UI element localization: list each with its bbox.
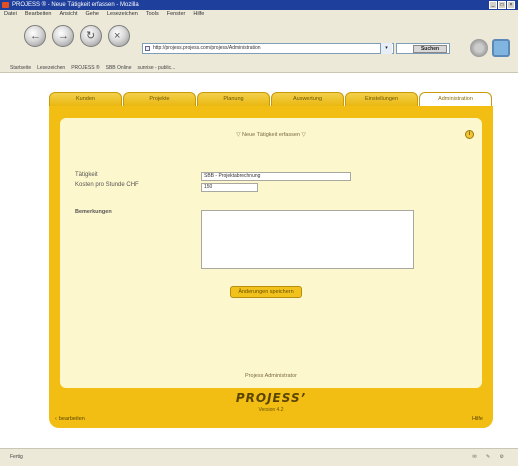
- save-button[interactable]: Änderungen speichern: [230, 286, 302, 298]
- tab-planung[interactable]: Planung: [197, 92, 270, 106]
- main-tabs: Kunden Projekte Planung Auswertung Einst…: [49, 92, 493, 106]
- info-icon[interactable]: i: [465, 130, 474, 139]
- bemerkungen-textarea[interactable]: [201, 210, 414, 269]
- kosten-label: Kosten pro Stunde CHF: [75, 182, 139, 188]
- window-titlebar: PROJESS ® - Neue Tätigkeit erfassen - Mo…: [0, 0, 518, 10]
- menu-go[interactable]: Gehe: [86, 10, 99, 19]
- tab-administration[interactable]: Administration: [419, 92, 492, 106]
- menu-bar: Datei Bearbeiten Ansicht Gehe Lesezeiche…: [0, 10, 518, 19]
- taetigkeit-label: Tätigkeit: [75, 172, 98, 178]
- app-icon: [2, 2, 9, 8]
- menu-tools[interactable]: Tools: [146, 10, 159, 19]
- bookmark-sunrise[interactable]: sunrise - public...: [137, 63, 175, 72]
- forward-arrow-icon: →: [58, 30, 69, 42]
- projess-logo: PROJESS’: [235, 391, 307, 405]
- form-title: ▽ Neue Tätigkeit erfassen ▽: [236, 132, 306, 138]
- menu-edit[interactable]: Bearbeiten: [25, 10, 52, 19]
- bookmarks-bar: Startseite Lesezeichen PROJESS ® SBB Onl…: [0, 63, 518, 73]
- admin-footer: Projess Administrator: [245, 373, 297, 379]
- tab-projekte[interactable]: Projekte: [123, 92, 196, 106]
- chevron-left-icon: ‹: [55, 416, 57, 422]
- taetigkeit-input[interactable]: SBB - Projektabrechnung: [201, 172, 351, 181]
- stop-button[interactable]: ×: [108, 25, 130, 47]
- tab-kunden[interactable]: Kunden: [49, 92, 122, 106]
- kosten-input[interactable]: 150: [201, 183, 258, 192]
- bookmark-bookmarks[interactable]: Lesezeichen: [37, 63, 65, 72]
- maximize-button[interactable]: □: [498, 1, 506, 9]
- menu-file[interactable]: Datei: [4, 10, 17, 19]
- minimize-button[interactable]: _: [489, 1, 497, 9]
- help-link[interactable]: Hilfe: [472, 416, 483, 422]
- url-input[interactable]: http://projess.projess.com/projess/Admin…: [142, 43, 394, 54]
- version-text: Version 4.2: [258, 407, 284, 413]
- back-link-label: bearbeiten: [58, 416, 85, 422]
- window-title: PROJESS ® - Neue Tätigkeit erfassen - Mo…: [12, 2, 139, 8]
- forward-button[interactable]: →: [52, 25, 74, 47]
- stop-icon: ×: [114, 30, 121, 42]
- print-icon[interactable]: [470, 39, 488, 57]
- url-dropdown-button[interactable]: ▾: [380, 43, 392, 54]
- url-text: http://projess.projess.com/projess/Admin…: [153, 45, 261, 51]
- tab-auswertung[interactable]: Auswertung: [271, 92, 344, 106]
- menu-window[interactable]: Fenster: [167, 10, 186, 19]
- close-button[interactable]: ×: [507, 1, 515, 9]
- reload-icon: ↻: [86, 30, 96, 42]
- tab-einstellungen[interactable]: Einstellungen: [345, 92, 418, 106]
- back-button[interactable]: ←: [24, 25, 46, 47]
- page-icon: [145, 46, 150, 51]
- bemerkungen-label: Bemerkungen: [75, 209, 112, 215]
- page-content: Kunden Projekte Planung Auswertung Einst…: [0, 74, 518, 448]
- chevron-down-icon: ▾: [385, 45, 388, 51]
- bookmark-sbb[interactable]: SBB Online: [106, 63, 132, 72]
- bookmark-projess[interactable]: PROJESS ®: [71, 63, 99, 72]
- form-panel: ▽ Neue Tätigkeit erfassen ▽ i Tätigkeit …: [60, 118, 482, 388]
- bookmark-home[interactable]: Startseite: [10, 63, 31, 72]
- window-controls: _ □ ×: [489, 1, 515, 9]
- reload-button[interactable]: ↻: [80, 25, 102, 47]
- search-button[interactable]: Suchen: [413, 45, 447, 53]
- main-frame: ▽ Neue Tätigkeit erfassen ▽ i Tätigkeit …: [49, 106, 493, 428]
- status-icons: ✉ ✎ ⚙: [472, 454, 508, 460]
- navigation-toolbar: ← → ↻ × http://projess.projess.com/proje…: [0, 19, 518, 63]
- menu-help[interactable]: Hilfe: [193, 10, 204, 19]
- monitor-icon[interactable]: [492, 39, 510, 57]
- back-arrow-icon: ←: [30, 30, 41, 42]
- back-link[interactable]: ‹ bearbeiten: [55, 416, 85, 422]
- status-bar: Fertig ✉ ✎ ⚙: [0, 448, 518, 466]
- menu-view[interactable]: Ansicht: [59, 10, 77, 19]
- search-area: Suchen: [396, 43, 450, 54]
- status-text: Fertig: [10, 454, 23, 460]
- menu-bookmarks[interactable]: Lesezeichen: [107, 10, 138, 19]
